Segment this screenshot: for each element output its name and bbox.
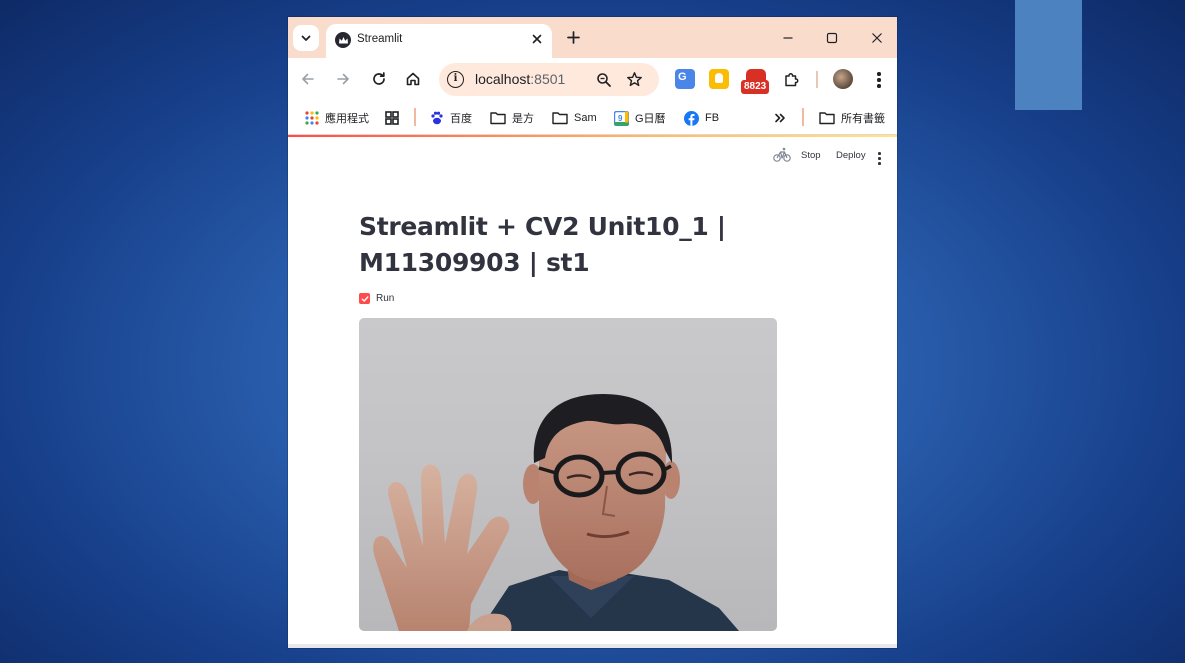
close-window-button[interactable] [863, 26, 891, 50]
extension-badge: 8823 [741, 80, 770, 94]
browser-tab[interactable]: Streamlit [326, 24, 552, 58]
bookmarks-bar: 應用程式 百度 是方 Sam 9 G日曆 FB 所有書籤 [288, 100, 897, 135]
google-calendar-icon: 9 [614, 110, 629, 126]
reload-button[interactable] [368, 68, 390, 90]
bookmark-baidu[interactable]: 百度 [430, 109, 472, 127]
bookmark-apps[interactable]: 應用程式 [305, 109, 369, 127]
run-checkbox[interactable] [359, 293, 370, 304]
webcam-person-image [373, 394, 739, 631]
deploy-button[interactable]: Deploy [836, 150, 866, 161]
arrow-left-icon [302, 73, 314, 85]
bookmark-all-bookmarks[interactable]: 所有書籤 [819, 109, 885, 127]
maximize-button[interactable] [818, 26, 846, 50]
webcam-frame [359, 318, 777, 631]
toolbar-divider [816, 71, 818, 88]
baidu-paw-icon [431, 111, 443, 125]
tab-title: Streamlit [357, 33, 403, 45]
run-checkbox-label[interactable]: Run [376, 293, 394, 304]
reload-icon [373, 72, 385, 85]
home-icon [406, 72, 420, 86]
stop-button[interactable]: Stop [801, 150, 821, 161]
streamlit-menu-icon[interactable] [878, 152, 882, 165]
folder-icon [552, 112, 568, 125]
google-translate-icon[interactable]: G [675, 69, 695, 89]
bookmark-separator [414, 108, 416, 126]
grid-icon [385, 111, 399, 125]
double-chevron-right-icon [775, 113, 785, 123]
tab-search-button[interactable] [293, 25, 319, 51]
minimize-icon [783, 37, 793, 39]
puzzle-icon [784, 72, 798, 86]
bookmark-label: 百度 [450, 113, 472, 125]
extensions-button[interactable] [780, 68, 802, 90]
bookmark-label: 是方 [512, 113, 534, 125]
running-bicycle-icon [773, 147, 791, 162]
browser-menu-icon[interactable] [877, 72, 881, 88]
url-port: :8501 [530, 71, 566, 87]
bookmark-google-calendar[interactable]: 9 G日曆 [614, 109, 666, 127]
site-info-icon[interactable]: i [447, 71, 464, 88]
folder-icon [490, 112, 506, 125]
bookmark-label: Sam [574, 112, 597, 124]
bookmark-folder-sam[interactable]: Sam [552, 109, 597, 127]
forward-button[interactable] [332, 68, 354, 90]
url-text[interactable]: localhost:8501 [475, 71, 565, 87]
more-bookmarks-button[interactable] [774, 109, 786, 127]
checkmark-icon [361, 295, 368, 302]
bookmark-grid[interactable] [385, 109, 399, 127]
facebook-icon [684, 110, 699, 126]
browser-toolbar: i localhost:8501 G 8823 [288, 58, 897, 100]
page-title: Streamlit + CV2 Unit10_1 | M11309903 | s… [359, 212, 726, 277]
streamlit-crown-icon [335, 32, 351, 48]
close-icon [872, 33, 882, 43]
window-bottom-edge [288, 644, 897, 648]
apps-grid-icon [305, 111, 319, 125]
zoom-icon[interactable] [596, 72, 612, 88]
close-icon[interactable] [528, 30, 546, 48]
new-tab-button[interactable] [561, 26, 585, 50]
bookmark-label: FB [705, 112, 720, 124]
bookmark-folder-shifang[interactable]: 是方 [490, 109, 534, 127]
maximize-icon [826, 32, 838, 44]
bookmark-label: G日曆 [635, 113, 666, 125]
arrow-right-icon [337, 73, 349, 85]
home-button[interactable] [402, 68, 424, 90]
bookmark-separator [802, 108, 804, 126]
tab-strip: Streamlit [288, 17, 897, 58]
plus-icon [566, 31, 580, 44]
back-button[interactable] [297, 68, 319, 90]
streamlit-app: Stop Deploy Streamlit + CV2 Unit10_1 | M… [288, 137, 897, 648]
chevron-down-icon [301, 35, 311, 41]
address-bar[interactable]: i localhost:8501 [439, 63, 659, 96]
url-host: localhost [475, 71, 531, 87]
bookmark-label: 應用程式 [325, 113, 369, 125]
svg-text:9: 9 [618, 114, 623, 123]
star-icon[interactable] [626, 71, 643, 88]
browser-window: Streamlit i localhost:8501 G 8823 應用程式 百… [288, 17, 897, 648]
folder-icon [819, 112, 835, 125]
keep-notes-icon[interactable] [709, 69, 729, 89]
bookmark-label: 所有書籤 [841, 113, 885, 125]
profile-avatar[interactable] [833, 69, 853, 89]
decorative-blue-rectangle [1015, 0, 1082, 110]
minimize-button[interactable] [774, 26, 802, 50]
bookmark-facebook[interactable]: FB [684, 109, 719, 127]
